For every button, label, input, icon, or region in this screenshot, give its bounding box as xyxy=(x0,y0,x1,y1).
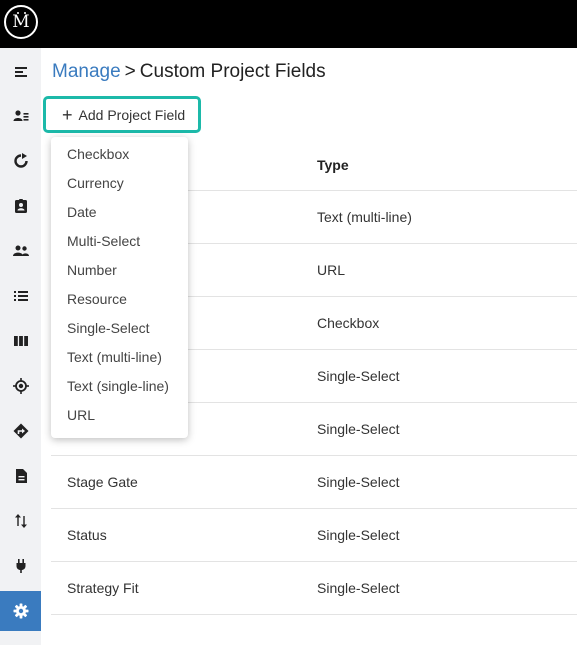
field-type-dropdown: Checkbox Currency Date Multi-Select Numb… xyxy=(51,137,188,438)
top-bar: M xyxy=(0,0,577,48)
field-type: Single-Select xyxy=(317,421,400,437)
breadcrumb: Manage > Custom Project Fields xyxy=(52,61,326,83)
refresh-icon xyxy=(13,153,28,168)
plus-icon: + xyxy=(62,104,73,125)
sidebar-item-people[interactable] xyxy=(0,231,41,271)
sidebar-item-integrations[interactable] xyxy=(0,546,41,586)
dropdown-item-single-select[interactable]: Single-Select xyxy=(51,314,188,343)
dropdown-item-text-single-line[interactable]: Text (single-line) xyxy=(51,372,188,401)
target-icon xyxy=(12,378,29,394)
add-project-field-button[interactable]: + Add Project Field xyxy=(43,96,201,133)
breadcrumb-separator: > xyxy=(124,61,136,82)
sidebar xyxy=(0,48,41,645)
sidebar-item-menu[interactable] xyxy=(0,52,41,92)
table-row[interactable]: Stage Gate Single-Select xyxy=(51,456,577,509)
dropdown-item-url[interactable]: URL xyxy=(51,401,188,430)
dropdown-item-date[interactable]: Date xyxy=(51,198,188,227)
contact-list-icon xyxy=(13,110,28,121)
page-title: Custom Project Fields xyxy=(139,61,326,82)
columns-icon xyxy=(13,336,28,346)
column-header-type[interactable]: Type xyxy=(317,157,349,173)
sidebar-item-list[interactable] xyxy=(0,276,41,316)
table-row[interactable]: Strategy Fit Single-Select xyxy=(51,562,577,615)
breadcrumb-manage-link[interactable]: Manage xyxy=(52,61,121,82)
dropdown-item-number[interactable]: Number xyxy=(51,256,188,285)
dropdown-item-text-multi-line[interactable]: Text (multi-line) xyxy=(51,343,188,372)
sidebar-item-target[interactable] xyxy=(0,366,41,406)
field-type: Single-Select xyxy=(317,474,400,490)
app-logo[interactable]: M xyxy=(4,5,38,39)
dropdown-item-multi-select[interactable]: Multi-Select xyxy=(51,227,188,256)
dropdown-item-resource[interactable]: Resource xyxy=(51,285,188,314)
menu-collapse-icon xyxy=(14,67,27,77)
directions-icon xyxy=(13,423,28,439)
sidebar-item-contacts[interactable] xyxy=(0,96,41,136)
list-icon xyxy=(13,291,28,301)
add-project-field-label: Add Project Field xyxy=(78,106,186,123)
people-icon xyxy=(12,245,29,256)
field-type: Single-Select xyxy=(317,368,400,384)
logo-text: M xyxy=(12,11,30,32)
field-type: URL xyxy=(317,262,346,278)
dropdown-item-checkbox[interactable]: Checkbox xyxy=(51,140,188,169)
sidebar-item-directions[interactable] xyxy=(0,411,41,451)
field-name: Status xyxy=(67,527,107,543)
gear-icon xyxy=(13,603,28,619)
table-row[interactable]: Status Single-Select xyxy=(51,509,577,562)
sidebar-item-sort[interactable] xyxy=(0,501,41,541)
dropdown-item-currency[interactable]: Currency xyxy=(51,169,188,198)
field-type: Single-Select xyxy=(317,580,400,596)
field-type: Single-Select xyxy=(317,527,400,543)
sidebar-item-assignments[interactable] xyxy=(0,186,41,226)
field-type: Text (multi-line) xyxy=(317,209,412,225)
sort-arrows-icon xyxy=(14,514,27,528)
field-name: Strategy Fit xyxy=(67,580,139,596)
sidebar-item-settings[interactable] xyxy=(0,591,41,631)
field-name: Stage Gate xyxy=(67,474,138,490)
plug-icon xyxy=(16,559,25,573)
sidebar-item-board[interactable] xyxy=(0,321,41,361)
clipboard-user-icon xyxy=(14,199,27,213)
logo-dots xyxy=(17,12,26,15)
sidebar-item-refresh[interactable] xyxy=(0,141,41,181)
field-type: Checkbox xyxy=(317,315,380,331)
document-icon xyxy=(15,469,27,483)
sidebar-item-documents[interactable] xyxy=(0,456,41,496)
